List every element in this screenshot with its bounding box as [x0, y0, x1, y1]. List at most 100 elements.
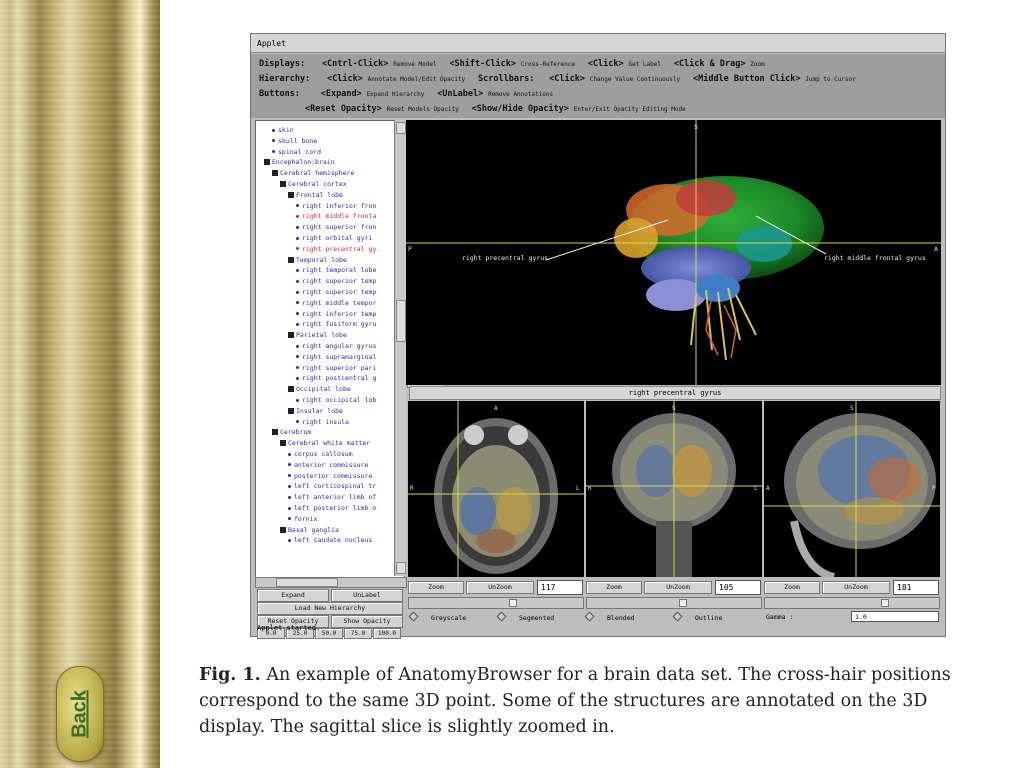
sagittal-unzoom-button[interactable]: UnZoom — [822, 581, 890, 594]
tree-node[interactable]: Occipital lobe — [288, 384, 351, 394]
scroll-up-arrow[interactable] — [396, 122, 406, 134]
tree-node[interactable]: Cerebral white matter — [280, 438, 370, 448]
tree-leaf[interactable]: right postcentral g — [296, 373, 376, 383]
sagittal-slice-input[interactable]: 181 — [893, 580, 939, 595]
tree-leaf[interactable]: right superior temp — [296, 276, 376, 286]
help-desc: Change Value Continuously — [589, 76, 681, 83]
axial-left-label: R — [410, 485, 414, 492]
back-button[interactable]: Back — [56, 666, 104, 762]
tree-leaf[interactable]: spinal cord — [272, 147, 321, 157]
tree-leaf[interactable]: right orbital gyri — [296, 233, 372, 243]
tree-node[interactable]: Cerebral cortex — [280, 179, 347, 189]
tree-node[interactable]: Basal ganglia — [280, 525, 339, 535]
help-desc: Remove Model — [393, 61, 437, 68]
display-mode-segmented[interactable]: Segmented — [496, 611, 555, 622]
tree-node[interactable]: Insular lobe — [288, 406, 343, 416]
tree-leaf[interactable]: right fusiform gyru — [296, 319, 376, 329]
axis-label-left: P — [408, 245, 412, 253]
tree-leaf[interactable]: right precentral gy — [296, 244, 376, 254]
tree-node[interactable]: Temporal lobe — [288, 255, 347, 265]
axial-slice-view[interactable]: A R L — [408, 401, 584, 577]
expand-button[interactable]: Expand — [257, 589, 329, 602]
tree-node[interactable]: Cerebral hemisphere — [272, 168, 354, 178]
bullet-icon — [296, 290, 299, 294]
bullet-icon — [296, 420, 299, 424]
coronal-slice-slider[interactable] — [586, 597, 762, 609]
bullet-icon — [296, 312, 299, 316]
tree-node[interactable]: Parietal lobe — [288, 330, 347, 340]
help-row-title: Scrollbars: — [478, 74, 535, 84]
tree-leaf[interactable]: right inferior fron — [296, 201, 376, 211]
display-mode-label: Blended — [607, 614, 635, 622]
tree-leaf[interactable]: right middle fronta — [296, 211, 376, 221]
coronal-slice-input[interactable]: 105 — [715, 580, 761, 595]
tree-leaf[interactable]: right superior pari — [296, 363, 376, 373]
display-mode-greyscale[interactable]: Greyscale — [408, 611, 466, 622]
axial-slice-input[interactable]: 117 — [537, 580, 583, 595]
axial-unzoom-button[interactable]: UnZoom — [466, 581, 534, 594]
tree-leaf[interactable]: right superior fron — [296, 222, 376, 232]
tree-node[interactable]: Cerebrum — [272, 427, 311, 437]
tree-item-label: Cerebrum — [280, 428, 312, 437]
figure-caption: Fig. 1. An example of AnatomyBrowser for… — [199, 662, 999, 740]
bullet-icon — [288, 506, 291, 510]
sagittal-slice-view[interactable]: S A P — [764, 401, 940, 577]
help-key: <Click> — [549, 74, 585, 84]
tree-leaf[interactable]: left caudate nucleus — [288, 535, 372, 545]
caption-text: An example of AnatomyBrowser for a brain… — [199, 665, 951, 737]
unlabel-button[interactable]: UnLabel — [331, 589, 403, 602]
tree-item-label: Temporal lobe — [296, 255, 347, 264]
tree-leaf[interactable]: skull bone — [272, 136, 317, 146]
sagittal-slice-slider[interactable] — [764, 597, 940, 609]
tree-horizontal-scrollbar[interactable] — [255, 577, 407, 588]
tree-leaf[interactable]: right inferior temp — [296, 309, 376, 319]
help-row-title: Displays: — [259, 59, 306, 69]
tree-node[interactable]: Encephalon:brain — [264, 157, 335, 167]
coronal-unzoom-button[interactable]: UnZoom — [644, 581, 712, 594]
applet-window: Applet Displays: <Cntrl-Click> Remove Mo… — [250, 33, 946, 639]
bullet-icon — [288, 484, 291, 488]
hscroll-thumb[interactable] — [276, 578, 338, 587]
tree-leaf[interactable]: skin — [272, 125, 294, 135]
axial-top-label: A — [494, 405, 498, 412]
applet-title: Applet — [251, 34, 945, 53]
tree-leaf[interactable]: left anterior limb of — [288, 492, 376, 502]
tree-leaf[interactable]: left posterior limb o — [288, 503, 376, 513]
tree-leaf[interactable]: right insula — [296, 417, 349, 427]
display-mode-outline[interactable]: Outline — [672, 611, 722, 622]
tree-leaf[interactable]: posterior commissure — [288, 471, 372, 481]
sagittal-zoom-button[interactable]: Zoom — [764, 581, 820, 594]
tree-leaf[interactable]: right supramarginal — [296, 352, 376, 362]
tree-vertical-scrollbar[interactable] — [394, 120, 406, 576]
scroll-down-arrow[interactable] — [396, 562, 406, 574]
bullet-icon — [288, 495, 291, 499]
tree-leaf[interactable]: corpus callosum — [288, 449, 353, 459]
radio-icon — [496, 611, 507, 622]
hierarchy-tree[interactable]: skin skull bone spinal cord Encephalon:brai… — [255, 120, 405, 578]
display-mode-bar: Greyscale Segmented Blended Outline Gamma : 1… — [406, 611, 941, 625]
display-mode-blended[interactable]: Blended — [584, 611, 635, 622]
axial-zoom-button[interactable]: Zoom — [408, 581, 464, 594]
coronal-zoom-button[interactable]: Zoom — [586, 581, 642, 594]
tree-item-label: Parietal lobe — [296, 331, 347, 340]
coronal-top-label: S — [672, 405, 676, 412]
tree-node[interactable]: Frontal lobe — [288, 190, 343, 200]
load-hierarchy-button[interactable]: Load New Hierarchy — [257, 602, 403, 615]
coronal-slice-view[interactable]: S R L — [586, 401, 762, 577]
3d-view[interactable]: right precentral gyrus right middle fron… — [406, 120, 941, 385]
tree-leaf[interactable]: left corticospinal tr — [288, 481, 376, 491]
tree-leaf[interactable]: right middle tempor — [296, 298, 376, 308]
tree-leaf[interactable]: fornix — [288, 514, 317, 524]
show-opacity-button[interactable]: Show Opacity — [331, 615, 403, 628]
opacity-value-button[interactable]: 100.0 — [373, 628, 401, 639]
tree-leaf[interactable]: right occipital lob — [296, 395, 376, 405]
opacity-value-button[interactable]: 75.0 — [344, 628, 372, 639]
axial-slice-slider[interactable] — [408, 597, 584, 609]
tree-leaf[interactable]: right angular gyrus — [296, 341, 376, 351]
display-mode-label: Segmented — [519, 614, 555, 622]
scroll-thumb[interactable] — [396, 300, 406, 342]
tree-leaf[interactable]: right temporal lobe — [296, 265, 376, 275]
gamma-input[interactable]: 1.0 — [851, 611, 939, 622]
tree-leaf[interactable]: anterior commissure — [288, 460, 368, 470]
tree-leaf[interactable]: right superior temp — [296, 287, 376, 297]
